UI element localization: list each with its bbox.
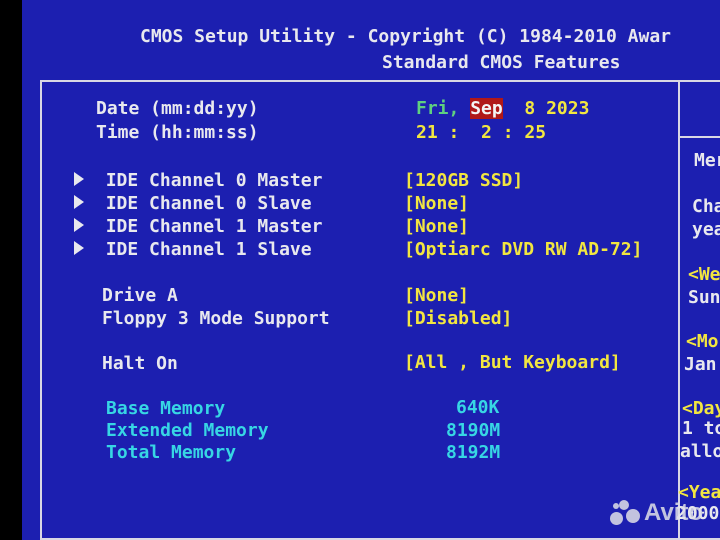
floppy-label: Floppy 3 Mode Support (102, 308, 330, 329)
ide-label: IDE Channel 0 Slave (105, 193, 312, 214)
ide-label: IDE Channel 1 Slave (105, 239, 312, 260)
extended-memory-value: 8190M (446, 420, 501, 441)
ide-row[interactable]: IDE Channel 1 Master (74, 216, 322, 238)
bios-screen: CMOS Setup Utility - Copyright (C) 1984-… (22, 0, 720, 540)
date-label: Date (mm:dd:yy) (96, 98, 259, 119)
ide-value[interactable]: [None] (404, 216, 469, 238)
help-month-value: Jan (684, 354, 717, 375)
submenu-arrow-icon (74, 195, 84, 209)
date-day: Fri, (416, 98, 460, 119)
date-field[interactable]: Fri, Sep 8 2023 (416, 98, 589, 120)
base-memory-value: 640K (456, 397, 500, 418)
help-week-heading: <We (688, 264, 720, 285)
submenu-arrow-icon (74, 218, 84, 232)
ide-value[interactable]: [None] (404, 193, 469, 215)
help-text-line: Cha (692, 196, 720, 217)
ide-value[interactable]: [120GB SSD] (404, 170, 523, 192)
help-week-value: Sun (688, 287, 720, 308)
ide-value[interactable]: [Optiarc DVD RW AD-72] (404, 239, 642, 261)
help-day-value: 1 to (682, 418, 720, 439)
date-month[interactable]: Sep (470, 98, 503, 119)
base-memory-label: Base Memory (106, 398, 226, 419)
ide-label: IDE Channel 0 Master (105, 170, 323, 191)
drive-a-label: Drive A (102, 285, 178, 306)
ide-row[interactable]: IDE Channel 1 Slave (74, 239, 312, 261)
ide-label: IDE Channel 1 Master (105, 216, 323, 237)
help-day-heading: <Day (682, 398, 720, 419)
avito-logo-icon (610, 500, 640, 526)
header-subtitle: Standard CMOS Features (382, 52, 621, 73)
help-menu-level: Mer (694, 150, 720, 171)
help-panel-rule (680, 136, 720, 138)
floppy-value[interactable]: [Disabled] (404, 308, 512, 330)
total-memory-label: Total Memory (106, 442, 237, 463)
ide-row[interactable]: IDE Channel 0 Master (74, 170, 322, 192)
date-date[interactable]: 8 (524, 98, 535, 119)
extended-memory-label: Extended Memory (106, 420, 269, 441)
drive-a-value[interactable]: [None] (404, 285, 469, 307)
time-value[interactable]: 21 : 2 : 25 (416, 122, 546, 144)
help-day-value: allo (680, 441, 720, 462)
halt-on-value[interactable]: [All , But Keyboard] (404, 352, 621, 374)
time-label: Time (hh:mm:ss) (96, 122, 259, 143)
help-month-heading: <Mo (686, 331, 719, 352)
help-text-line: yea (692, 219, 720, 240)
total-memory-value: 8192M (446, 442, 501, 463)
submenu-arrow-icon (74, 172, 84, 186)
date-year[interactable]: 2023 (546, 98, 589, 119)
submenu-arrow-icon (74, 241, 84, 255)
header-title: CMOS Setup Utility - Copyright (C) 1984-… (140, 26, 672, 47)
halt-on-label: Halt On (102, 353, 178, 374)
ide-row[interactable]: IDE Channel 0 Slave (74, 193, 312, 215)
watermark-text: Avito (644, 499, 704, 526)
avito-watermark: Avito (610, 496, 703, 530)
help-panel-divider (678, 80, 680, 540)
